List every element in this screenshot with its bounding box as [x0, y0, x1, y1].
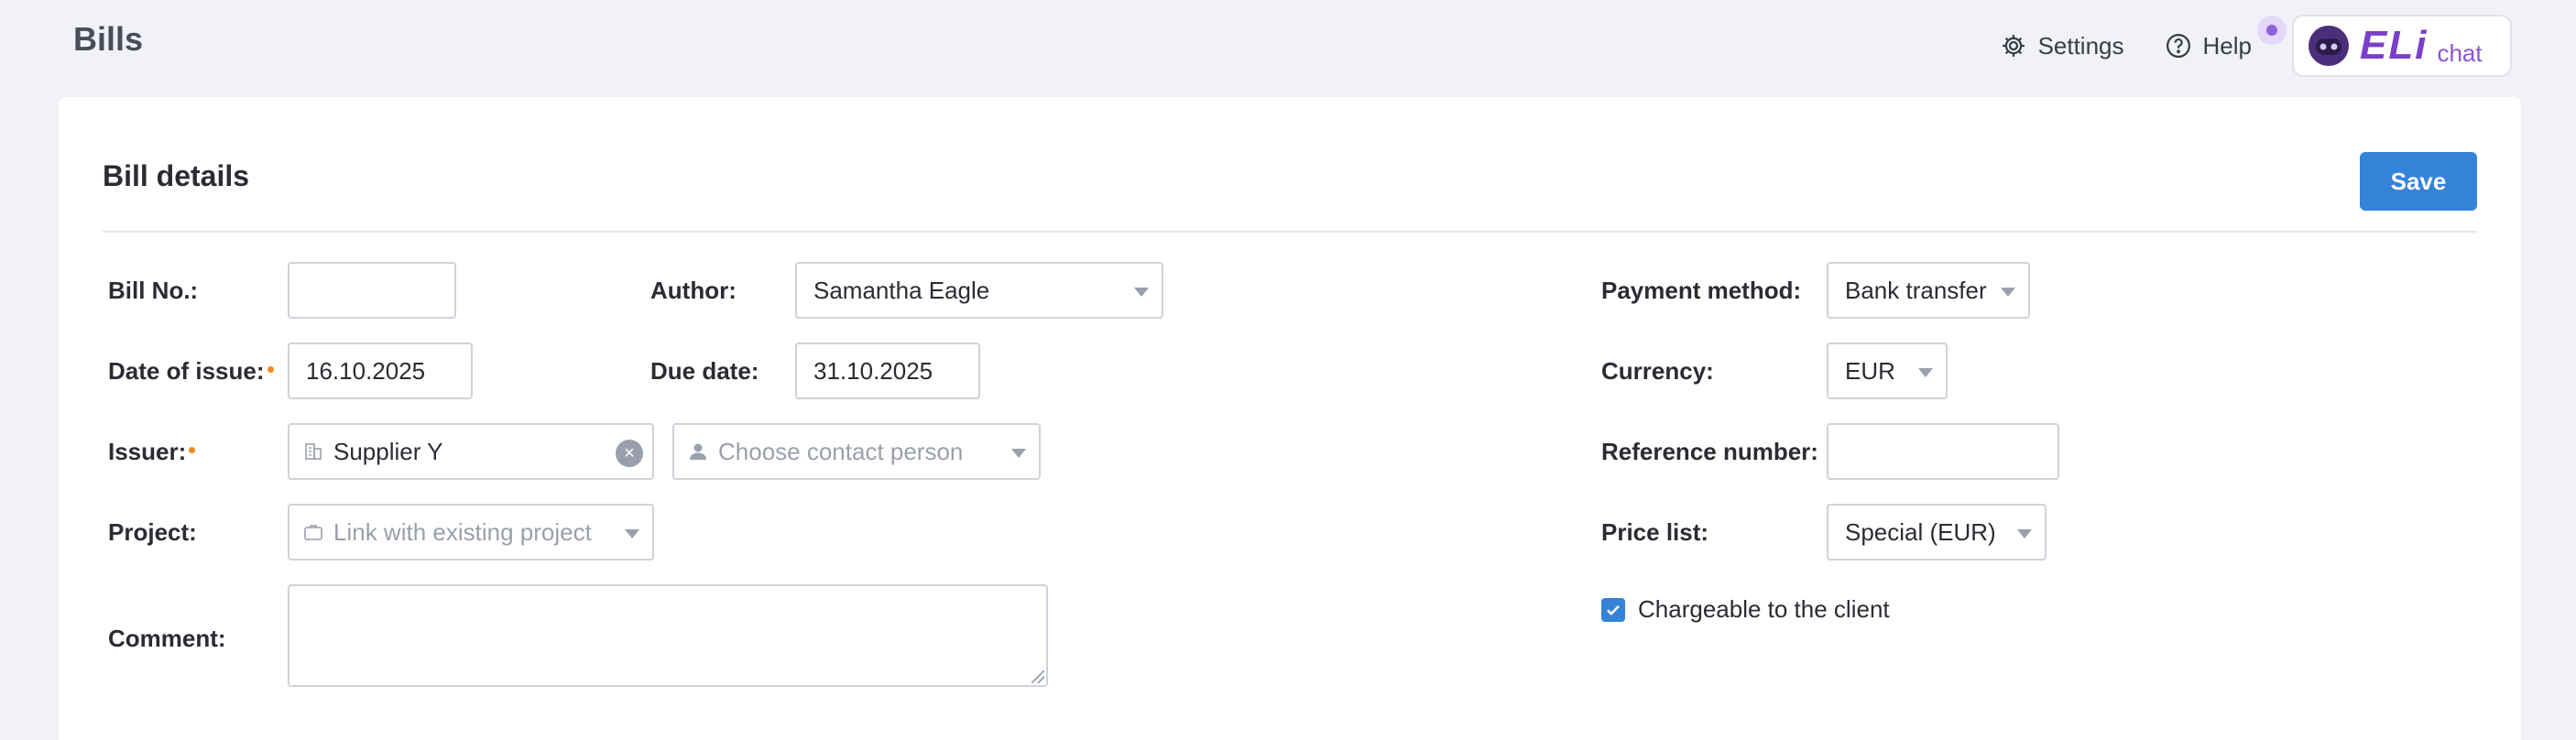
project-placeholder: Link with existing project — [333, 517, 592, 546]
date-of-issue-label-text: Date of issue: — [108, 356, 273, 385]
checkmark-icon — [1607, 604, 1620, 615]
payment-method-label: Payment method: — [1601, 276, 1802, 304]
bill-no-input[interactable] — [288, 262, 456, 319]
author-label: Author: — [650, 276, 737, 304]
payment-method-select[interactable]: Bank transfer — [1827, 262, 2030, 319]
contact-person-select[interactable]: Choose contact person — [672, 423, 1041, 480]
due-date-input[interactable]: 31.10.2025 — [795, 343, 980, 399]
reference-number-label: Reference number: — [1601, 437, 1818, 465]
currency-select[interactable]: EUR — [1827, 343, 1948, 399]
issuer-select[interactable]: Supplier Y × — [288, 423, 654, 480]
payment-method-value: Bank transfer — [1845, 276, 1987, 304]
bill-details-card: Bill details Save Bill No.: Author: Sama… — [59, 97, 2521, 740]
help-link[interactable]: Help — [2165, 15, 2287, 60]
chevron-down-icon — [2017, 529, 2032, 539]
comment-label: Comment: — [108, 624, 226, 652]
settings-link[interactable]: Settings — [2000, 32, 2124, 60]
clear-icon[interactable]: × — [616, 440, 643, 467]
settings-label: Settings — [2037, 31, 2124, 60]
notification-dot — [2257, 15, 2287, 45]
eli-chat-label: chat — [2437, 38, 2483, 67]
question-circle-icon — [2166, 34, 2190, 58]
due-date-label: Due date: — [650, 356, 759, 385]
gear-icon — [2002, 35, 2025, 57]
bill-no-label: Bill No.: — [108, 276, 199, 304]
chevron-down-icon — [625, 529, 639, 539]
chargeable-label: Chargeable to the client — [1638, 595, 1890, 623]
chevron-down-icon — [2001, 288, 2015, 297]
issuer-label-text: Issuer: — [108, 437, 196, 465]
date-of-issue-input[interactable]: 16.10.2025 — [288, 343, 473, 399]
chevron-down-icon — [1011, 449, 1026, 458]
date-of-issue-value: 16.10.2025 — [306, 356, 426, 385]
price-list-value: Special (EUR) — [1845, 517, 1996, 546]
chevron-down-icon — [1918, 368, 1933, 377]
person-icon — [690, 443, 706, 460]
contact-person-placeholder: Choose contact person — [718, 437, 964, 465]
issuer-value: Supplier Y — [333, 437, 443, 465]
currency-label: Currency: — [1601, 356, 1714, 385]
divider — [103, 231, 2477, 233]
price-list-label: Price list: — [1601, 517, 1709, 546]
card-title: Bill details — [103, 159, 250, 192]
save-button[interactable]: Save — [2360, 152, 2477, 211]
top-actions: Settings Help ELi chat — [2000, 15, 2512, 77]
price-list-select[interactable]: Special (EUR) — [1827, 504, 2047, 560]
eli-logo: ELi — [2360, 23, 2429, 68]
building-icon — [305, 443, 322, 460]
reference-number-input[interactable] — [1827, 423, 2059, 480]
eli-chat-button[interactable]: ELi chat — [2292, 15, 2512, 77]
project-label: Project: — [108, 517, 197, 546]
author-select[interactable]: Samantha Eagle — [795, 262, 1163, 319]
chargeable-row[interactable]: Chargeable to the client — [1601, 595, 1890, 624]
help-label: Help — [2202, 31, 2252, 60]
currency-value: EUR — [1845, 356, 1895, 385]
page-title: Bills — [73, 20, 144, 58]
chargeable-checkbox[interactable] — [1601, 597, 1625, 622]
top-bar: Bills Settings Help ELi chat — [0, 0, 2576, 92]
due-date-value: 31.10.2025 — [813, 356, 933, 385]
comment-textarea[interactable] — [288, 584, 1048, 687]
issuer-label: Issuer: — [108, 423, 196, 480]
resize-handle-icon[interactable] — [1031, 670, 1044, 683]
date-of-issue-label: Date of issue: — [108, 343, 273, 399]
chevron-down-icon — [1134, 288, 1149, 297]
robot-avatar-icon — [2309, 26, 2349, 66]
author-value: Samantha Eagle — [813, 276, 990, 304]
project-select[interactable]: Link with existing project — [288, 504, 654, 560]
briefcase-icon — [304, 525, 322, 540]
